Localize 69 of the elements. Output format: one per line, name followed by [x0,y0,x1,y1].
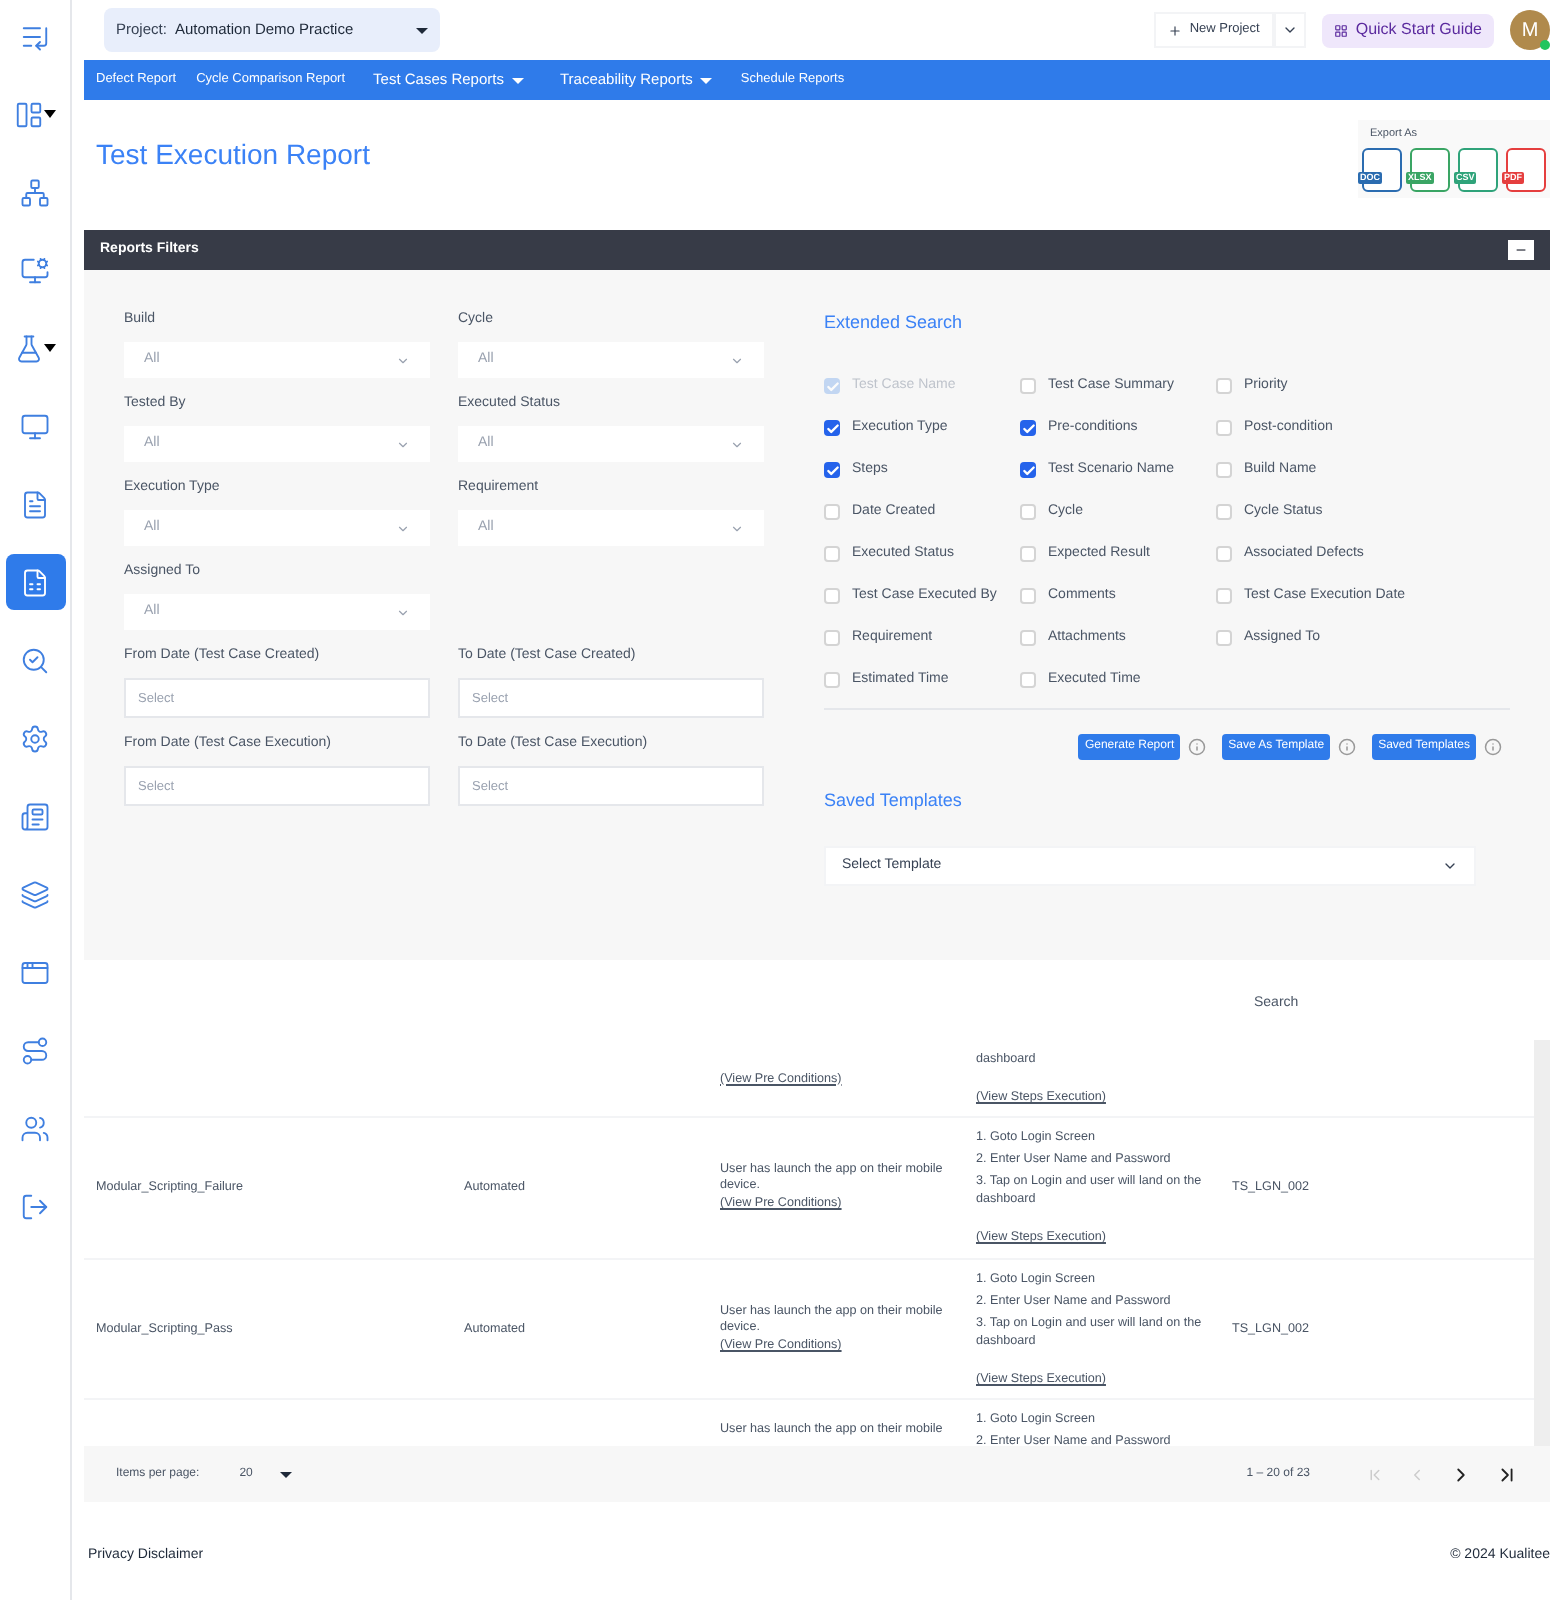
caret-icon [44,344,56,352]
checkbox[interactable] [824,546,840,562]
chevron-down-icon [396,353,410,367]
sidebar-item[interactable] [5,554,65,610]
checkbox[interactable] [1020,546,1036,562]
checkbox[interactable] [1020,504,1036,520]
people-icon [20,1113,50,1143]
extended-search-title: Extended Search [824,310,965,336]
chevron-down-icon [730,353,744,367]
checkbox[interactable] [1020,630,1036,646]
chevron-down-icon [730,521,744,535]
check-icon [825,463,839,477]
window-icon [20,957,50,987]
page-title: Test Execution Report [96,136,370,174]
checkbox[interactable] [824,672,840,688]
chevron-down-icon [730,437,744,451]
saved-templates-title: Saved Templates [824,787,964,814]
checkbox[interactable] [1216,420,1232,436]
checkbox[interactable] [1216,378,1232,394]
caret-icon [280,1471,293,1477]
checkbox[interactable] [1020,588,1036,604]
settings-icon [20,723,50,753]
sidebar-toggle-icon [20,21,50,51]
layout-icon [14,99,44,129]
flask-icon [14,333,44,363]
hierarchy-icon [20,177,50,207]
checkbox[interactable] [1216,630,1232,646]
info-icon[interactable] [1484,737,1502,755]
last-page-icon[interactable] [1496,1463,1518,1485]
previous-page-icon[interactable] [1408,1465,1426,1483]
caret-icon [416,27,428,33]
checkbox[interactable] [1216,462,1232,478]
info-icon[interactable] [1188,737,1207,755]
chevron-down-icon [1442,858,1458,874]
chevron-down-icon [396,437,410,451]
layers-icon [20,879,50,909]
checkbox[interactable] [1216,504,1232,520]
checkbox[interactable] [824,588,840,604]
caret-icon [44,110,56,118]
monitor-icon [20,255,50,285]
plus-icon [1167,23,1182,37]
chevron-down-icon [396,605,410,619]
checkbox[interactable] [824,630,840,646]
report-icon [20,567,50,597]
checkbox[interactable] [1216,546,1232,562]
caret-icon [700,77,713,83]
first-page-icon[interactable] [1366,1465,1384,1483]
monitor-icon [20,411,50,441]
dropdown-button[interactable] [1273,12,1306,48]
quick-start-button[interactable]: Quick Start Guide [1321,13,1494,47]
chevron-down-icon [396,521,410,535]
chevron-down-icon [1281,22,1298,38]
logout-icon [20,1191,50,1221]
signpost-icon [20,1035,50,1065]
check-icon [1021,463,1035,477]
document-icon [20,489,50,519]
caret-icon [511,77,524,83]
check-icon [1021,421,1035,435]
checkbox[interactable] [1216,588,1232,604]
check-icon [825,379,839,393]
checkbox[interactable] [824,504,840,520]
checkbox[interactable] [1020,672,1036,688]
check-icon [825,421,839,435]
grid-icon [1333,23,1348,37]
info-icon[interactable] [1338,737,1357,755]
checkbox[interactable] [1020,378,1036,394]
magnifier-icon [20,645,50,675]
newspaper-icon [20,801,50,831]
collapse-button[interactable]: − [1508,240,1534,260]
